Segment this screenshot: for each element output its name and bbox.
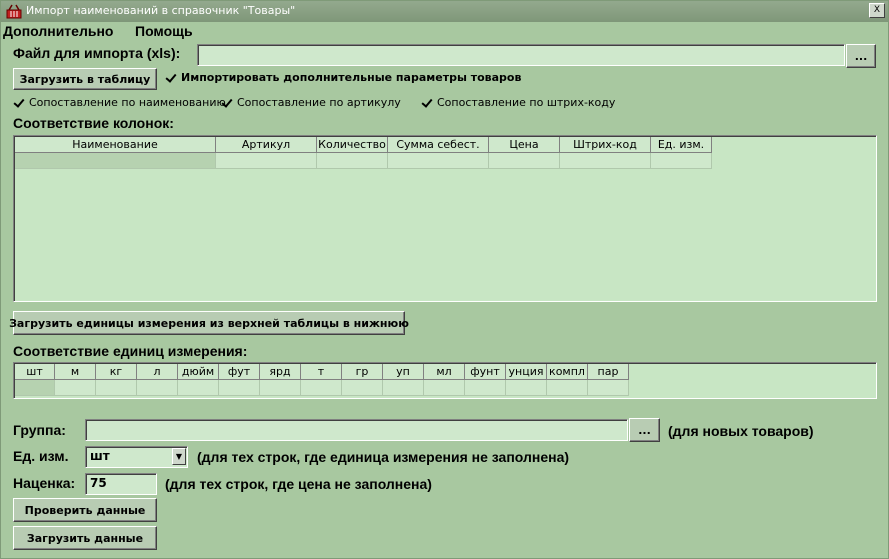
unit-header[interactable]: гр bbox=[342, 364, 383, 380]
window-title: Импорт наименований в справочник "Товары… bbox=[26, 4, 296, 17]
group-browse-button[interactable]: ... bbox=[629, 418, 660, 442]
grid-cell[interactable] bbox=[301, 380, 342, 396]
unit-header[interactable]: фут bbox=[219, 364, 260, 380]
grid-cell[interactable] bbox=[137, 380, 178, 396]
title-bar: Импорт наименований в справочник "Товары… bbox=[1, 1, 888, 22]
group-label: Группа: bbox=[13, 422, 66, 438]
unit-header[interactable]: уп bbox=[383, 364, 424, 380]
file-browse-button[interactable]: ... bbox=[846, 44, 876, 68]
unit-select[interactable]: шт ▼ bbox=[85, 446, 188, 468]
column-header[interactable]: Артикул bbox=[216, 137, 317, 153]
grid-cell[interactable] bbox=[424, 380, 465, 396]
group-input[interactable] bbox=[85, 419, 628, 441]
grid-cell[interactable] bbox=[219, 380, 260, 396]
match-by-name-checkbox[interactable]: Сопоставление по наименованию bbox=[13, 96, 226, 109]
load-units-button[interactable]: Загрузить единицы измерения из верхней т… bbox=[9, 311, 409, 335]
grid-cell[interactable] bbox=[317, 153, 388, 169]
check-data-button[interactable]: Проверить данные bbox=[13, 498, 157, 522]
column-header[interactable]: Цена bbox=[489, 137, 560, 153]
unit-note: (для тех строк, где единица измерения не… bbox=[197, 449, 570, 465]
markup-label: Наценка: bbox=[13, 475, 76, 491]
column-header[interactable]: Ед. изм. bbox=[651, 137, 712, 153]
unit-header[interactable]: т bbox=[301, 364, 342, 380]
unit-header[interactable]: м bbox=[55, 364, 96, 380]
close-button[interactable]: X bbox=[869, 3, 885, 18]
columns-title: Соответствие колонок: bbox=[13, 115, 174, 131]
units-title: Соответствие единиц измерения: bbox=[13, 343, 248, 359]
match-by-barcode-label: Сопоставление по штрих-коду bbox=[437, 96, 616, 109]
unit-header[interactable]: ярд bbox=[260, 364, 301, 380]
unit-header[interactable]: фунт bbox=[465, 364, 506, 380]
checkmark-icon bbox=[421, 97, 433, 109]
column-header[interactable]: Наименование bbox=[15, 137, 216, 153]
unit-header[interactable]: л bbox=[137, 364, 178, 380]
grid-cell[interactable] bbox=[465, 380, 506, 396]
checkmark-icon bbox=[165, 72, 177, 84]
grid-cell[interactable] bbox=[15, 380, 55, 396]
load-table-button[interactable]: Загрузить в таблицу bbox=[13, 68, 157, 90]
file-label: Файл для импорта (xls): bbox=[13, 45, 181, 61]
grid-cell[interactable] bbox=[489, 153, 560, 169]
unit-header[interactable]: дюйм bbox=[178, 364, 219, 380]
import-window: Импорт наименований в справочник "Товары… bbox=[0, 0, 889, 559]
basket-icon bbox=[6, 4, 22, 19]
column-header[interactable]: Количество bbox=[317, 137, 388, 153]
dropdown-arrow-icon[interactable]: ▼ bbox=[172, 448, 186, 465]
checkmark-icon bbox=[221, 97, 233, 109]
import-extra-checkbox[interactable]: Импортировать дополнительные параметры т… bbox=[165, 71, 521, 84]
unit-select-value: шт bbox=[90, 449, 110, 463]
column-header[interactable]: Сумма себест. bbox=[388, 137, 489, 153]
grid-cell[interactable] bbox=[15, 153, 216, 169]
unit-header[interactable]: кг bbox=[96, 364, 137, 380]
grid-cell[interactable] bbox=[342, 380, 383, 396]
grid-cell[interactable] bbox=[96, 380, 137, 396]
unit-header[interactable]: шт bbox=[15, 364, 55, 380]
markup-input[interactable]: 75 bbox=[85, 473, 157, 495]
checkmark-icon bbox=[13, 97, 25, 109]
group-note: (для новых товаров) bbox=[668, 423, 814, 439]
grid-cell[interactable] bbox=[216, 153, 317, 169]
file-path-input[interactable] bbox=[197, 44, 845, 66]
grid-cell[interactable] bbox=[260, 380, 301, 396]
grid-cell[interactable] bbox=[506, 380, 547, 396]
unit-header[interactable]: мл bbox=[424, 364, 465, 380]
grid-cell[interactable] bbox=[560, 153, 651, 169]
grid-cell[interactable] bbox=[55, 380, 96, 396]
grid-cell[interactable] bbox=[388, 153, 489, 169]
column-header[interactable]: Штрих-код bbox=[560, 137, 651, 153]
grid-cell[interactable] bbox=[651, 153, 712, 169]
match-by-article-checkbox[interactable]: Сопоставление по артикулу bbox=[221, 96, 401, 109]
unit-header[interactable]: пар bbox=[588, 364, 629, 380]
import-extra-label: Импортировать дополнительные параметры т… bbox=[181, 71, 522, 84]
match-by-barcode-checkbox[interactable]: Сопоставление по штрих-коду bbox=[421, 96, 615, 109]
load-data-button[interactable]: Загрузить данные bbox=[13, 526, 157, 550]
columns-grid[interactable]: Наименование Артикул Количество Сумма се… bbox=[13, 135, 877, 302]
markup-note: (для тех строк, где цена не заполнена) bbox=[165, 476, 432, 492]
grid-cell[interactable] bbox=[588, 380, 629, 396]
unit-header[interactable]: компл bbox=[547, 364, 588, 380]
match-by-name-label: Сопоставление по наименованию bbox=[29, 96, 226, 109]
menu-item-help[interactable]: Помощь bbox=[135, 23, 193, 39]
menu-item-additional[interactable]: Дополнительно bbox=[3, 23, 113, 39]
match-by-article-label: Сопоставление по артикулу bbox=[237, 96, 401, 109]
grid-cell[interactable] bbox=[383, 380, 424, 396]
grid-cell[interactable] bbox=[547, 380, 588, 396]
units-grid[interactable]: шт м кг л дюйм фут ярд т гр уп мл фунт у… bbox=[13, 362, 877, 399]
menu-bar: Дополнительно Помощь bbox=[1, 22, 888, 40]
grid-cell[interactable] bbox=[178, 380, 219, 396]
unit-label: Ед. изм. bbox=[13, 448, 69, 464]
unit-header[interactable]: унция bbox=[506, 364, 547, 380]
